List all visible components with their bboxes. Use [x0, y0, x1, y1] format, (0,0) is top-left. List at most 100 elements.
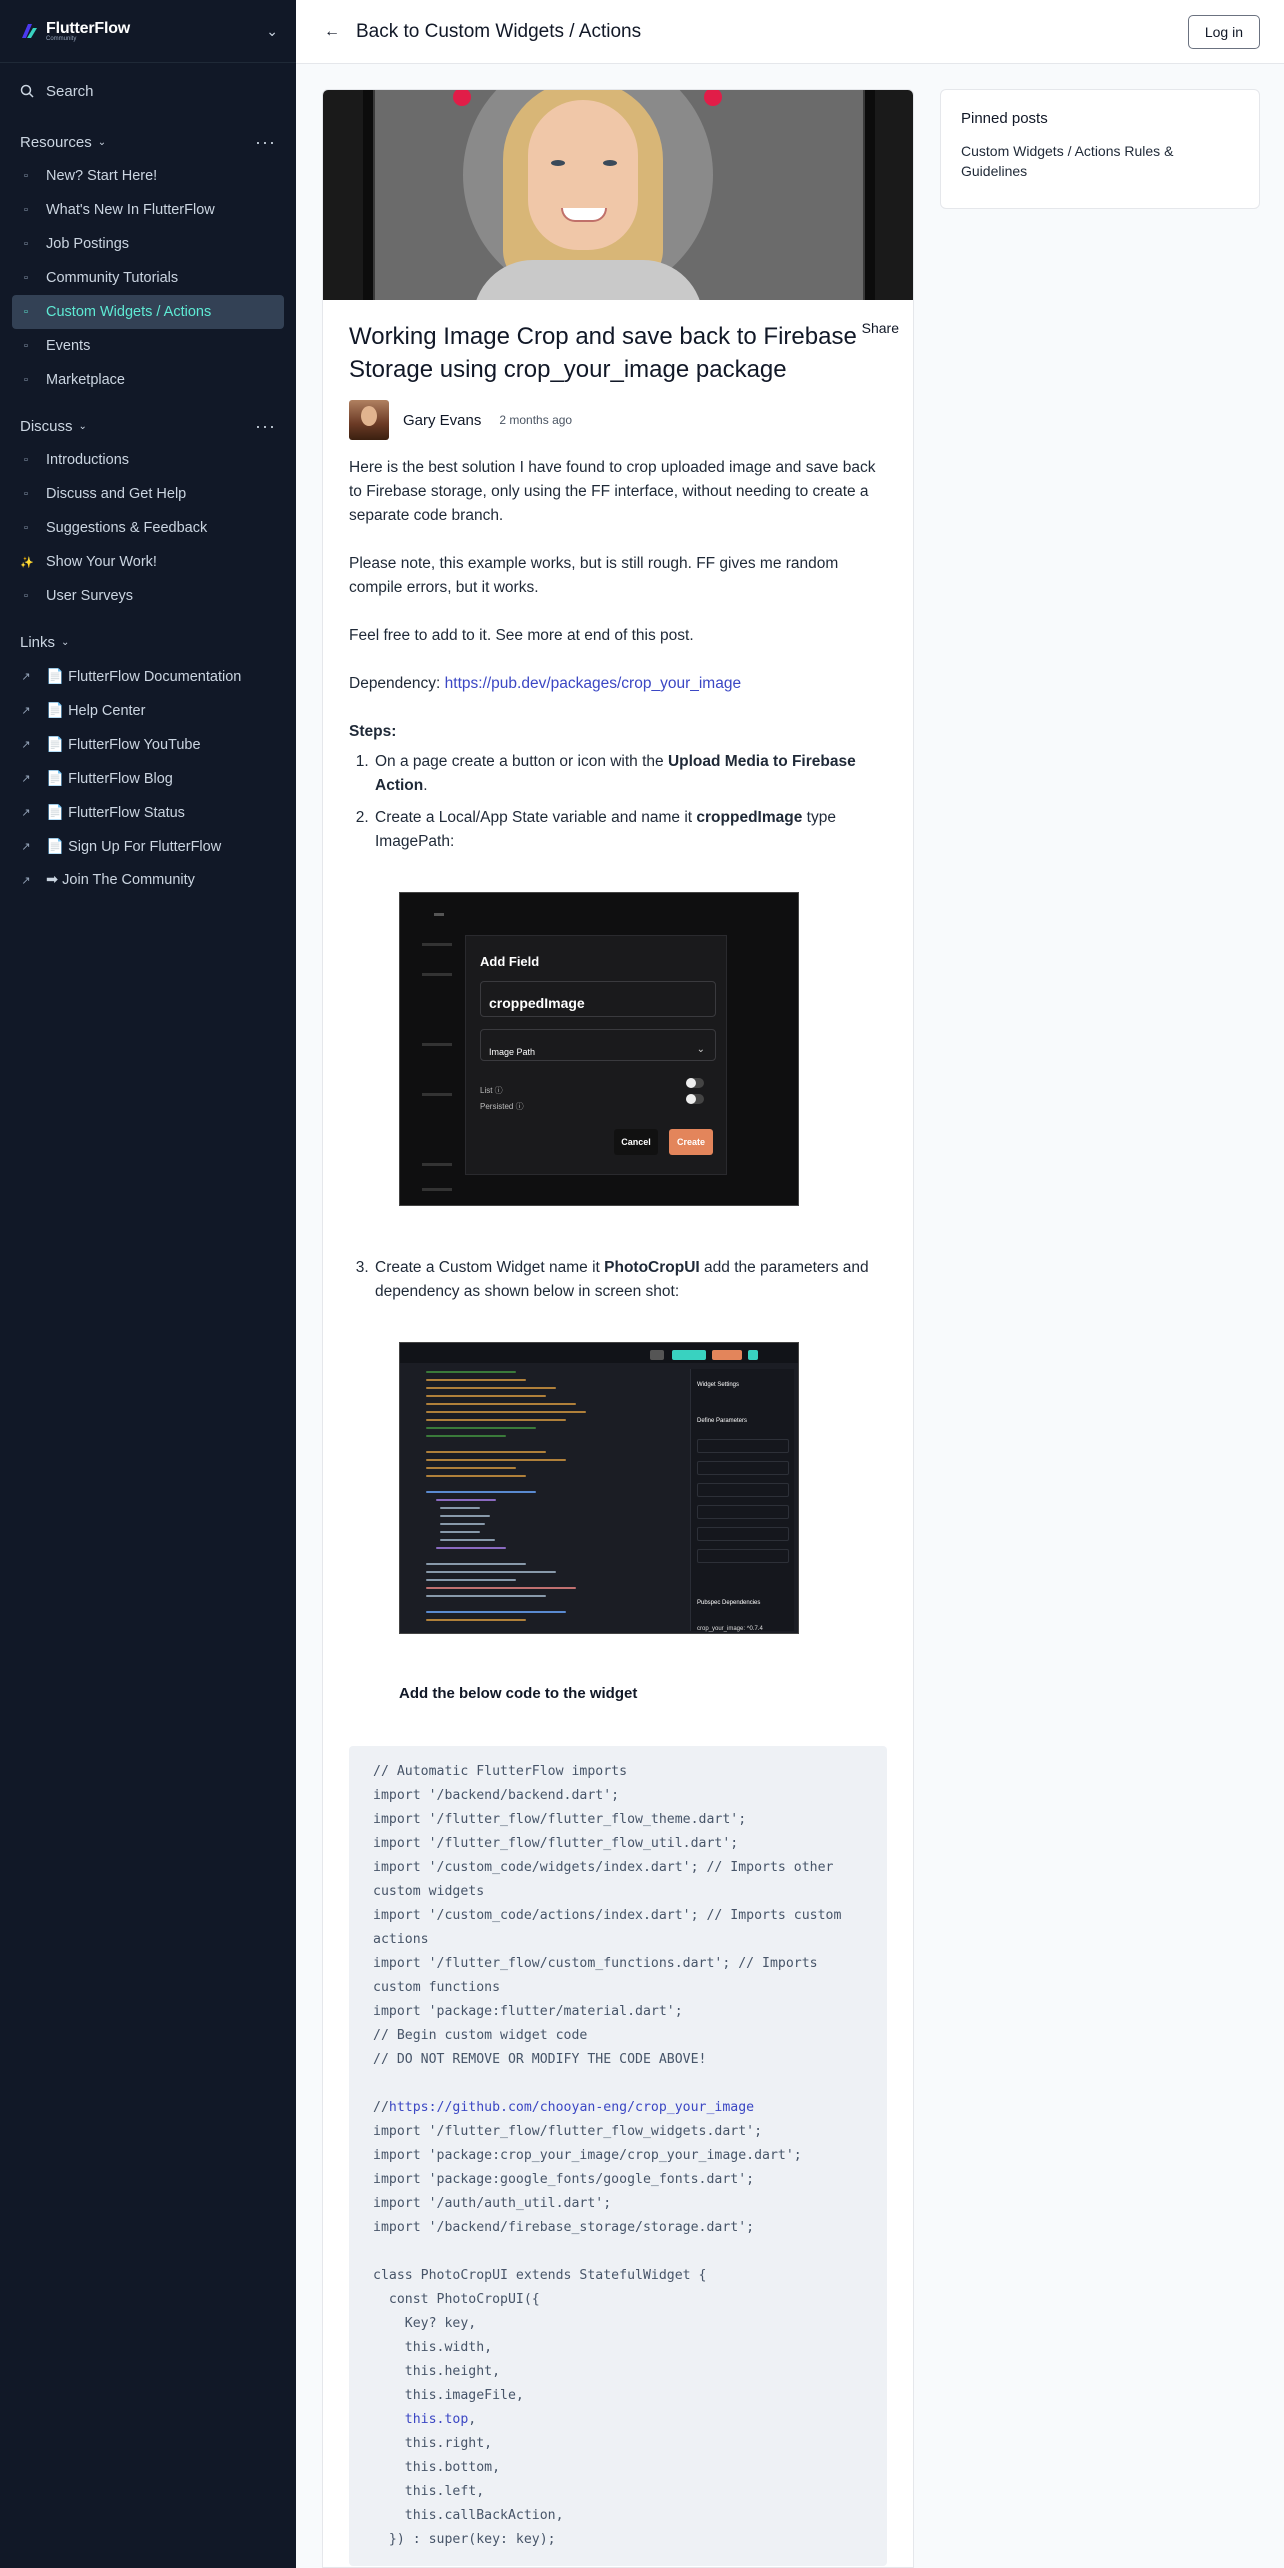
post-meta: Gary Evans 2 months ago — [349, 400, 887, 440]
sidebar-item-discuss-help[interactable]: ▫ Discuss and Get Help — [12, 477, 284, 511]
file-icon: ▫ — [24, 204, 28, 216]
sidebar-item-label: 📄 FlutterFlow Blog — [46, 770, 173, 787]
sidebar-link-youtube[interactable]: ↗ 📄 FlutterFlow YouTube — [12, 727, 284, 761]
sidebar-item-label: 📄 FlutterFlow Documentation — [46, 668, 242, 685]
section-links[interactable]: Links ⌄ — [0, 625, 296, 659]
sidebar-item-label: Show Your Work! — [46, 554, 157, 570]
logo-name: FlutterFlow — [46, 20, 131, 37]
sidebar-item-community-tutorials[interactable]: ▫ Community Tutorials — [12, 261, 284, 295]
widget-settings-panel: Widget Settings Define Parameters Pubspe… — [690, 1369, 794, 1632]
section-discuss[interactable]: Discuss ⌄ ··· — [0, 409, 296, 443]
file-icon: ▫ — [24, 522, 28, 534]
steps-heading: Steps: — [349, 723, 397, 740]
pinned-post-link[interactable]: Custom Widgets / Actions Rules & Guideli… — [961, 141, 1239, 181]
author-name[interactable]: Gary Evans — [403, 412, 481, 429]
sidebar-item-suggestions[interactable]: ▫ Suggestions & Feedback — [12, 511, 284, 545]
sidebar-link-status[interactable]: ↗ 📄 FlutterFlow Status — [12, 795, 284, 829]
add-code-label: Add the below code to the widget — [399, 1685, 638, 1702]
search-icon — [20, 84, 34, 98]
sidebar-search[interactable]: Search — [0, 63, 296, 119]
sidebar-item-label: Custom Widgets / Actions — [46, 304, 212, 320]
arrow-left-icon: ← — [324, 22, 340, 40]
external-link-icon: ↗ — [21, 772, 31, 785]
chevron-down-icon: ⌄ — [78, 420, 87, 432]
steps-list: On a page create a button or icon with t… — [349, 750, 887, 1706]
custom-widget-screenshot[interactable]: Widget Settings Define Parameters Pubspe… — [399, 1342, 799, 1634]
post-card: Working Image Crop and save back to Fire… — [322, 89, 914, 2568]
share-button[interactable]: Share — [862, 320, 899, 336]
sidebar-item-label: Discuss and Get Help — [46, 486, 187, 502]
dependency-label: Dependency: — [349, 675, 445, 692]
login-button[interactable]: Log in — [1187, 14, 1260, 49]
step-item: Create a Local/App State variable and na… — [373, 806, 887, 1206]
sidebar-item-user-surveys[interactable]: ▫ User Surveys — [12, 579, 284, 613]
code-part: , this.right, this.bottom, this.left, th… — [388, 2412, 564, 2547]
paragraph: Please note, this example works, but is … — [349, 555, 839, 596]
file-icon: ▫ — [24, 306, 28, 318]
sidebar-item-label: ➡ Join The Community — [46, 872, 195, 888]
sidebar-link-documentation[interactable]: ↗ 📄 FlutterFlow Documentation — [12, 659, 284, 693]
dependency-paragraph: Dependency: https://pub.dev/packages/cro… — [349, 672, 887, 696]
sidebar-item-whats-new[interactable]: ▫ What's New In FlutterFlow — [12, 193, 284, 227]
sparkle-icon: ✨ — [20, 556, 34, 569]
more-icon[interactable]: ··· — [255, 417, 276, 435]
sidebar-link-join[interactable]: ↗ ➡ Join The Community — [12, 863, 284, 897]
sidebar-item-label: Marketplace — [46, 372, 125, 388]
sidebar-item-label: Events — [46, 338, 91, 354]
step-item: Create a Custom Widget name it PhotoCrop… — [373, 1256, 887, 1706]
sidebar-item-events[interactable]: ▫ Events — [12, 329, 284, 363]
add-field-screenshot[interactable]: Add Field croppedImage Image Path ⌄ List … — [399, 892, 799, 1206]
sidebar-item-job-postings[interactable]: ▫ Job Postings — [12, 227, 284, 261]
sidebar-link-signup[interactable]: ↗ 📄 Sign Up For FlutterFlow — [12, 829, 284, 863]
modal-title: Add Field — [480, 954, 540, 969]
search-label: Search — [46, 82, 94, 100]
dep-value: crop_your_image: ^0.7.4 — [697, 1626, 763, 1632]
code-part: // — [373, 2100, 389, 2115]
paragraph: Here is the best solution I have found t… — [349, 459, 876, 524]
code-block[interactable]: // Automatic FlutterFlow imports import … — [349, 1746, 887, 2566]
field-name-input: croppedImage — [480, 981, 716, 1017]
sidebar-link-help-center[interactable]: ↗ 📄 Help Center — [12, 693, 284, 727]
file-icon: ▫ — [24, 590, 28, 602]
sidebar-item-new-start-here[interactable]: ▫ New? Start Here! — [12, 159, 284, 193]
external-link-icon: ↗ — [21, 670, 31, 683]
sidebar-item-label: New? Start Here! — [46, 168, 158, 184]
sidebar-item-introductions[interactable]: ▫ Introductions — [12, 443, 284, 477]
persisted-label: Persisted ⓘ — [480, 1102, 524, 1111]
file-icon: ▫ — [24, 488, 28, 500]
sidebar-item-marketplace[interactable]: ▫ Marketplace — [12, 363, 284, 397]
pinned-title: Pinned posts — [961, 110, 1048, 127]
sidebar: FlutterFlow Community ⌄ Search Resources… — [0, 0, 296, 2568]
chevron-down-icon[interactable]: ⌄ — [266, 23, 278, 40]
chevron-down-icon: ⌄ — [61, 636, 70, 648]
sidebar-item-custom-widgets[interactable]: ▫ Custom Widgets / Actions — [12, 295, 284, 329]
paragraph: Feel free to add to it. See more at end … — [349, 627, 694, 644]
logo[interactable]: FlutterFlow Community — [18, 20, 130, 42]
sidebar-item-label: Introductions — [46, 452, 130, 468]
avatar[interactable] — [349, 400, 389, 440]
section-resources[interactable]: Resources ⌄ ··· — [0, 125, 296, 159]
external-link-icon: ↗ — [21, 704, 31, 717]
chevron-down-icon: ⌄ — [696, 1044, 705, 1055]
section-title: Links — [20, 633, 56, 651]
sidebar-item-show-your-work[interactable]: ✨ Show Your Work! — [12, 545, 284, 579]
external-link-icon: ↗ — [21, 840, 31, 853]
post-body: Here is the best solution I have found t… — [349, 456, 887, 2566]
file-icon: ▫ — [24, 238, 28, 250]
post-hero-image — [323, 90, 913, 300]
file-icon: ▫ — [24, 272, 28, 284]
file-icon: ▫ — [24, 454, 28, 466]
sidebar-link-blog[interactable]: ↗ 📄 FlutterFlow Blog — [12, 761, 284, 795]
dependency-link[interactable]: https://pub.dev/packages/crop_your_image — [445, 675, 741, 692]
back-link[interactable]: ← Back to Custom Widgets / Actions — [324, 21, 641, 43]
more-icon[interactable]: ··· — [255, 133, 276, 151]
post-content: Working Image Crop and save back to Fire… — [323, 300, 913, 2566]
sidebar-header: FlutterFlow Community ⌄ — [0, 0, 296, 63]
code-link[interactable]: https://github.com/chooyan-eng/crop_your… — [389, 2100, 754, 2115]
persisted-toggle — [686, 1094, 704, 1104]
code-part: import '/flutter_flow/flutter_flow_widge… — [373, 2124, 802, 2403]
sidebar-item-label: Job Postings — [46, 236, 130, 252]
sidebar-item-label: User Surveys — [46, 588, 134, 604]
list-toggle — [686, 1078, 704, 1088]
panel-title: Widget Settings — [697, 1382, 740, 1388]
